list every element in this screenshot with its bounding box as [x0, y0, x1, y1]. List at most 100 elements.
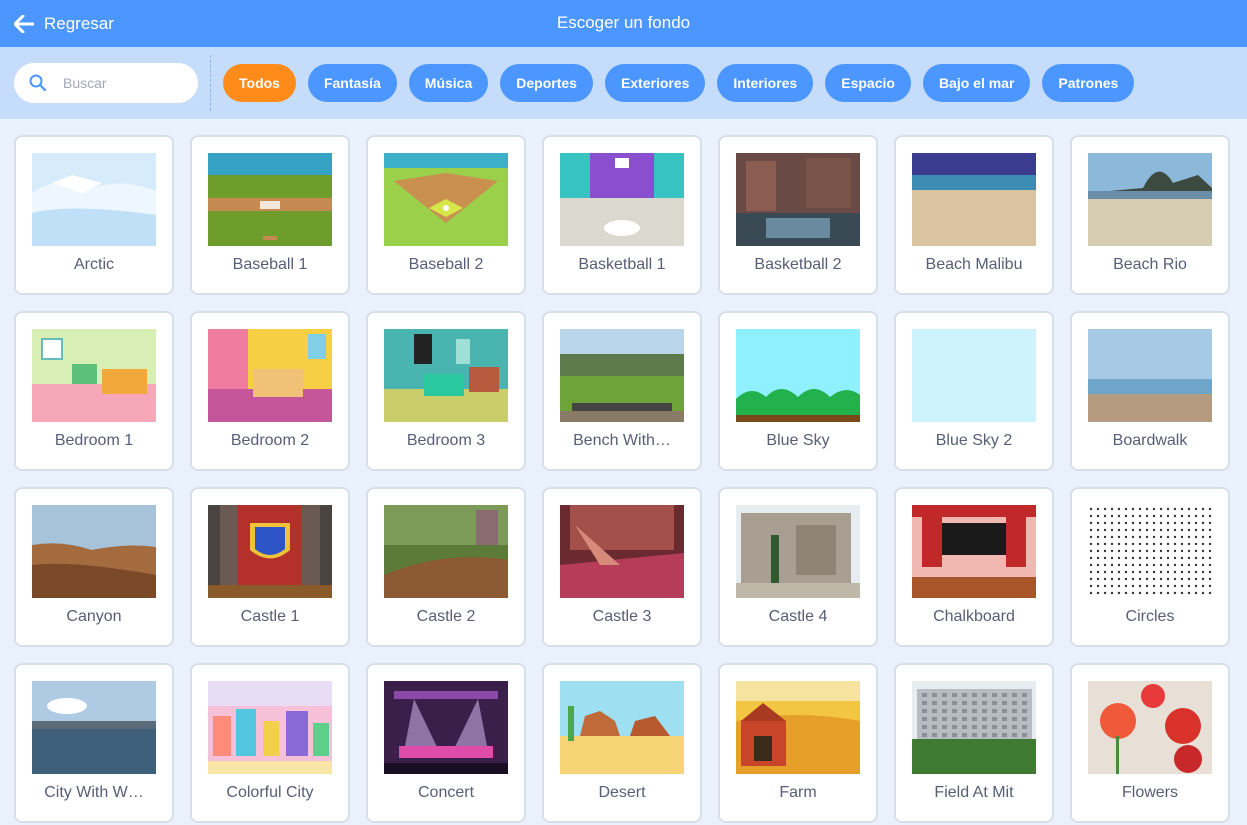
backdrop-label: Beach Rio [1113, 256, 1187, 273]
back-label: Regresar [44, 13, 114, 33]
canyon-thumbnail [32, 505, 156, 598]
backdrop-card-3[interactable]: Basketball 1 [542, 135, 702, 295]
backdrop-card-0[interactable]: Arctic [14, 135, 174, 295]
desert-thumbnail [560, 681, 684, 774]
backdrop-label: Desert [598, 784, 646, 801]
backdrop-card-19[interactable]: Chalkboard [894, 487, 1054, 647]
search-input[interactable] [61, 74, 175, 92]
backdrop-card-14[interactable]: Canyon [14, 487, 174, 647]
backdrop-card-20[interactable]: Circles [1070, 487, 1230, 647]
backdrop-card-11[interactable]: Blue Sky [718, 311, 878, 471]
backdrop-card-26[interactable]: Field At Mit [894, 663, 1054, 823]
baseball-2-thumbnail [384, 153, 508, 246]
tag-8[interactable]: Patrones [1042, 64, 1135, 102]
backdrop-card-21[interactable]: City With W… [14, 663, 174, 823]
modal-header: Regresar Escoger un fondo [0, 0, 1247, 47]
backdrop-label: Castle 2 [416, 608, 476, 625]
search-icon [29, 74, 47, 92]
backdrop-label: Baseball 1 [232, 256, 308, 273]
backdrop-label: Bench With… [573, 432, 671, 449]
page-title: Escoger un fondo [556, 13, 691, 32]
backdrop-label: Circles [1125, 608, 1175, 625]
backdrop-label: Castle 3 [592, 608, 652, 625]
backdrop-label: Bedroom 1 [54, 432, 134, 449]
divider [210, 55, 211, 111]
backdrop-label: Chalkboard [933, 608, 1015, 625]
backdrop-label: Basketball 2 [754, 256, 842, 273]
tag-0[interactable]: Todos [223, 64, 296, 102]
backdrop-label: Concert [417, 784, 475, 801]
backdrop-card-27[interactable]: Flowers [1070, 663, 1230, 823]
arrow-left-icon [14, 14, 34, 33]
boardwalk-thumbnail [1088, 329, 1212, 422]
backdrop-label: Bedroom 2 [230, 432, 310, 449]
flowers-thumbnail [1088, 681, 1212, 774]
baseball-1-thumbnail [208, 153, 332, 246]
backdrop-label: Flowers [1121, 784, 1178, 801]
backdrop-card-6[interactable]: Beach Rio [1070, 135, 1230, 295]
backdrop-card-2[interactable]: Baseball 2 [366, 135, 526, 295]
basketball-2-thumbnail [736, 153, 860, 246]
backdrop-card-25[interactable]: Farm [718, 663, 878, 823]
backdrop-card-1[interactable]: Baseball 1 [190, 135, 350, 295]
castle-1-thumbnail [208, 505, 332, 598]
colorful-city-thumbnail [208, 681, 332, 774]
backdrop-card-4[interactable]: Basketball 2 [718, 135, 878, 295]
search-box[interactable] [14, 63, 198, 103]
farm-thumbnail [736, 681, 860, 774]
backdrop-card-13[interactable]: Boardwalk [1070, 311, 1230, 471]
backdrop-label: Blue Sky 2 [935, 432, 1013, 449]
backdrop-grid: Arctic Baseball 1 Baseball 2 Basketball 1 Ba… [14, 135, 1230, 823]
backdrop-card-5[interactable]: Beach Malibu [894, 135, 1054, 295]
backdrop-label: Baseball 2 [408, 256, 484, 273]
tag-5[interactable]: Interiores [717, 64, 814, 102]
backdrop-label: Boardwalk [1112, 432, 1188, 449]
backdrop-card-16[interactable]: Castle 2 [366, 487, 526, 647]
backdrop-label: Beach Malibu [925, 256, 1023, 273]
backdrop-card-12[interactable]: Blue Sky 2 [894, 311, 1054, 471]
backdrop-card-22[interactable]: Colorful City [190, 663, 350, 823]
bench-with-view-thumbnail [560, 329, 684, 422]
tag-4[interactable]: Exteriores [604, 64, 706, 102]
bedroom-2-thumbnail [208, 329, 332, 422]
beach-rio-thumbnail [1088, 153, 1212, 246]
basketball-1-thumbnail [560, 153, 684, 246]
castle-3-thumbnail [560, 505, 684, 598]
backdrop-label: Bedroom 3 [406, 432, 486, 449]
backdrop-card-7[interactable]: Bedroom 1 [14, 311, 174, 471]
backdrop-card-9[interactable]: Bedroom 3 [366, 311, 526, 471]
castle-4-thumbnail [736, 505, 860, 598]
tag-6[interactable]: Espacio [825, 64, 911, 102]
backdrop-card-24[interactable]: Desert [542, 663, 702, 823]
backdrop-card-18[interactable]: Castle 4 [718, 487, 878, 647]
backdrop-card-17[interactable]: Castle 3 [542, 487, 702, 647]
blue-sky-thumbnail [736, 329, 860, 422]
backdrop-label: Castle 1 [240, 608, 300, 625]
back-button[interactable]: Regresar [14, 0, 114, 47]
backdrop-label: Blue Sky [766, 432, 830, 449]
backdrop-card-8[interactable]: Bedroom 2 [190, 311, 350, 471]
circles-thumbnail [1088, 505, 1212, 598]
tag-1[interactable]: Fantasía [307, 64, 397, 102]
filter-bar: Todos Fantasía Música Deportes Exteriores Int… [0, 47, 1247, 119]
backdrop-label: Colorful City [226, 784, 314, 801]
chalkboard-thumbnail [912, 505, 1036, 598]
backdrop-card-15[interactable]: Castle 1 [190, 487, 350, 647]
castle-2-thumbnail [384, 505, 508, 598]
field-at-mit-thumbnail [912, 681, 1036, 774]
tag-7[interactable]: Bajo el mar [922, 64, 1031, 102]
concert-thumbnail [384, 681, 508, 774]
backdrop-label: Arctic [74, 256, 114, 273]
backdrop-card-23[interactable]: Concert [366, 663, 526, 823]
tag-2[interactable]: Música [408, 64, 489, 102]
backdrop-label: Field At Mit [934, 784, 1014, 801]
blue-sky-2-thumbnail [912, 329, 1036, 422]
tag-3[interactable]: Deportes [500, 64, 593, 102]
backdrop-label: Canyon [66, 608, 122, 625]
backdrop-label: City With W… [44, 784, 144, 801]
beach-malibu-thumbnail [912, 153, 1036, 246]
bedroom-3-thumbnail [384, 329, 508, 422]
backdrop-label: Basketball 1 [578, 256, 666, 273]
backdrop-card-10[interactable]: Bench With… [542, 311, 702, 471]
city-with-water-thumbnail [32, 681, 156, 774]
